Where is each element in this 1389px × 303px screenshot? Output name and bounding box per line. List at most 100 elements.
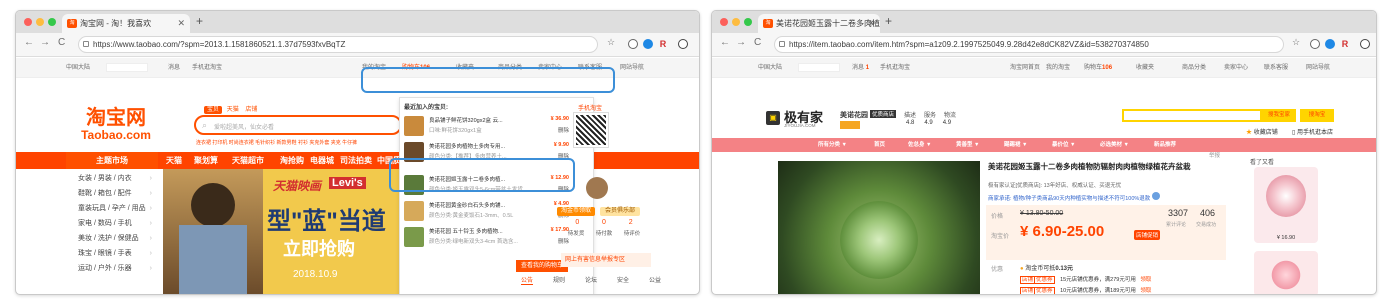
hot-words[interactable]: 连衣裙 打印机 时尚连衣裙 毛针织衫 新款男鞋 衬衫 夹克外套 夹克 牛仔裤 <box>196 139 401 146</box>
shop-nav-item-7[interactable]: 必选美材 ▼ <box>1100 138 1129 152</box>
url-input[interactable]: https://www.taobao.com/?spm=2013.1.15818… <box>78 36 598 53</box>
extension-blue-icon[interactable] <box>643 39 653 49</box>
minimize-window-button[interactable] <box>36 18 44 26</box>
categories-link[interactable]: 商品分类 <box>1182 58 1206 78</box>
home-link[interactable]: 淘宝网首页 <box>1010 58 1040 78</box>
extension-blue-icon[interactable] <box>1325 39 1335 49</box>
maximize-window-button[interactable] <box>744 18 752 26</box>
nav-tmall-supermarket[interactable]: 天猫超市 <box>232 152 264 169</box>
messages-link[interactable]: 消息 1 <box>852 58 869 78</box>
region-selector[interactable]: 中国大陆 <box>66 58 90 78</box>
taobao-search-button[interactable]: 搜淘宝 <box>1300 109 1334 122</box>
minimize-window-button[interactable] <box>732 18 740 26</box>
shop-nav-new[interactable]: 新品推荐 <box>1154 138 1176 152</box>
maximize-window-button[interactable] <box>48 18 56 26</box>
search-input[interactable]: ⌕ 爱啦超美风，仙女必看 <box>194 115 402 135</box>
sidebar-item[interactable]: 鞋靴 / 箱包 / 配件 <box>66 186 158 201</box>
login-box[interactable] <box>798 63 840 72</box>
tab-notice[interactable]: 公告 <box>521 275 534 285</box>
count-to-pay[interactable]: 0 <box>602 219 606 226</box>
search-tab-tmall[interactable]: 天猫 <box>227 107 239 113</box>
sidebar-item[interactable]: 童装玩具 / 孕产 / 用品 <box>66 201 158 216</box>
shop-nav-item-3[interactable]: 佐总身 ▼ <box>908 138 932 152</box>
sidebar-item[interactable]: 女装 / 男装 / 内衣 <box>66 171 158 186</box>
extension-circle-icon[interactable] <box>1310 39 1320 49</box>
sidebar-item[interactable]: 家电 / 数码 / 手机 <box>66 216 158 231</box>
recommend-item[interactable]: ¥ 16.90 <box>1254 167 1318 243</box>
reload-icon[interactable]: C <box>58 37 65 48</box>
forward-icon[interactable]: → <box>40 37 50 48</box>
extension-r-icon[interactable]: R <box>1340 39 1350 49</box>
contact-link[interactable]: 联系客服 <box>1264 58 1288 78</box>
messages-link[interactable]: 消息 <box>168 58 180 78</box>
browser-tab[interactable]: 淘 淘宝网 - 淘！我喜欢 ✕ <box>62 14 190 33</box>
delete-link[interactable]: 删除 <box>558 237 569 245</box>
reload-icon[interactable]: C <box>754 37 761 48</box>
report-promo-link[interactable]: 网上有害信息举报专区 <box>561 253 651 267</box>
merchant-promise[interactable]: 商家承诺: 植物/种子类商品90天内种植实物与描述不符可100%退款 <box>988 192 1160 202</box>
url-input[interactable]: https://item.taobao.com/item.htm?spm=a1z… <box>774 36 1284 53</box>
shop-name[interactable]: 美诺花园 <box>840 110 868 120</box>
fav-shop-link[interactable]: ★ 收藏店铺 <box>1246 127 1278 136</box>
favorites-link[interactable]: 收藏夹 <box>1136 58 1154 78</box>
theme-market[interactable]: 主题市场 <box>66 152 158 169</box>
sidebar-item[interactable]: 珠宝 / 眼镜 / 手表 <box>66 246 158 261</box>
nav-auction[interactable]: 司法拍卖 <box>340 152 372 169</box>
tab-forum[interactable]: 论坛 <box>585 275 597 285</box>
qr-code-icon[interactable] <box>573 112 609 148</box>
region-selector[interactable]: 中国大陆 <box>758 58 782 78</box>
forward-icon[interactable]: → <box>736 37 746 48</box>
close-window-button[interactable] <box>24 18 32 26</box>
count-to-ship[interactable]: 0 <box>575 219 579 226</box>
recommend-item[interactable] <box>1254 251 1318 294</box>
seller-center-link[interactable]: 卖家中心 <box>1224 58 1248 78</box>
site-nav-link[interactable]: 网站导航 <box>620 58 644 78</box>
close-icon[interactable]: ✕ <box>867 14 875 33</box>
new-tab-icon[interactable]: + <box>885 14 892 28</box>
site-nav-link[interactable]: 网站导航 <box>1306 58 1330 78</box>
shop-search-input[interactable] <box>1122 109 1262 122</box>
coupon-claim-link[interactable]: 领取 <box>1140 277 1151 283</box>
shop-nav-home[interactable]: 首页 <box>874 138 885 152</box>
coupon-row[interactable]: 店铺 优惠券 15元店铺优惠券，满279元可用 领取 <box>1020 275 1151 284</box>
taobao-logo[interactable]: 淘宝网 Taobao.com <box>74 107 158 142</box>
back-icon[interactable]: ← <box>24 37 34 48</box>
review-count[interactable]: 3307 <box>1168 208 1188 218</box>
nav-tmall[interactable]: 天猫 <box>166 152 182 169</box>
shop-nav-all[interactable]: 所有分类 ▼ <box>818 138 847 152</box>
nav-juhuasuan[interactable]: 聚划算 <box>194 152 218 169</box>
cart-link[interactable]: 购物车106 <box>1084 58 1112 78</box>
mobile-link[interactable]: 手机逛淘宝 <box>880 58 910 78</box>
bookmark-star-icon[interactable]: ☆ <box>607 37 615 48</box>
mobile-shop-link[interactable]: ▯ 用手机逛本店 <box>1292 127 1333 136</box>
coupon-row[interactable]: 店铺 优惠券 10元店铺优惠券，满189元可用 领取 <box>1020 286 1151 294</box>
sidebar-item[interactable]: 运动 / 户外 / 乐器 <box>66 261 158 276</box>
cart-item[interactable]: 良品铺子鲜花饼320gx2盒 云... 口味:鲜花饼320gx1盒 ¥ 36.9… <box>404 114 569 140</box>
login-box[interactable] <box>106 63 148 72</box>
my-taobao-link[interactable]: 我的淘宝 <box>1046 58 1070 78</box>
sidebar-item[interactable]: 美妆 / 洗护 / 保健品 <box>66 231 158 246</box>
close-icon[interactable]: ✕ <box>177 14 185 33</box>
shop-search-button[interactable]: 搜我宝家 <box>1262 109 1296 122</box>
close-window-button[interactable] <box>720 18 728 26</box>
browser-tab[interactable]: 淘 美诺花园姬玉露十二卷多肉植物 ✕ <box>758 14 880 33</box>
product-main-image[interactable] <box>778 161 980 294</box>
cart-item[interactable]: 美诺花园黄金砂白石头多肉铺... 颜色分类:黄金麦饭石1-3mm、0.5L ¥ … <box>404 199 569 225</box>
tab-rules[interactable]: 规则 <box>553 275 565 285</box>
new-tab-icon[interactable]: + <box>196 14 203 28</box>
search-tab-shops[interactable]: 店铺 <box>245 107 257 113</box>
taojinbi-button[interactable]: 淘金币领取 <box>557 207 595 216</box>
mobile-link[interactable]: 手机逛淘宝 <box>192 58 222 78</box>
nav-qianggou[interactable]: 淘抢购 <box>280 152 304 169</box>
shop-nav-item-5[interactable]: 踢踢裙 ▼ <box>1004 138 1028 152</box>
profile-icon[interactable] <box>678 39 688 49</box>
shop-nav-item-6[interactable]: 暴价位 ▼ <box>1052 138 1076 152</box>
coupon-claim-link[interactable]: 领取 <box>1140 288 1151 294</box>
nav-electronics[interactable]: 电器城 <box>310 152 334 169</box>
count-to-review[interactable]: 2 <box>629 219 633 226</box>
bookmark-star-icon[interactable]: ☆ <box>1292 37 1300 48</box>
extension-circle-icon[interactable] <box>628 39 638 49</box>
member-club-button[interactable]: 会员俱乐部 <box>600 207 640 216</box>
extension-r-icon[interactable]: R <box>658 39 668 49</box>
delete-link[interactable]: 删除 <box>558 126 569 134</box>
